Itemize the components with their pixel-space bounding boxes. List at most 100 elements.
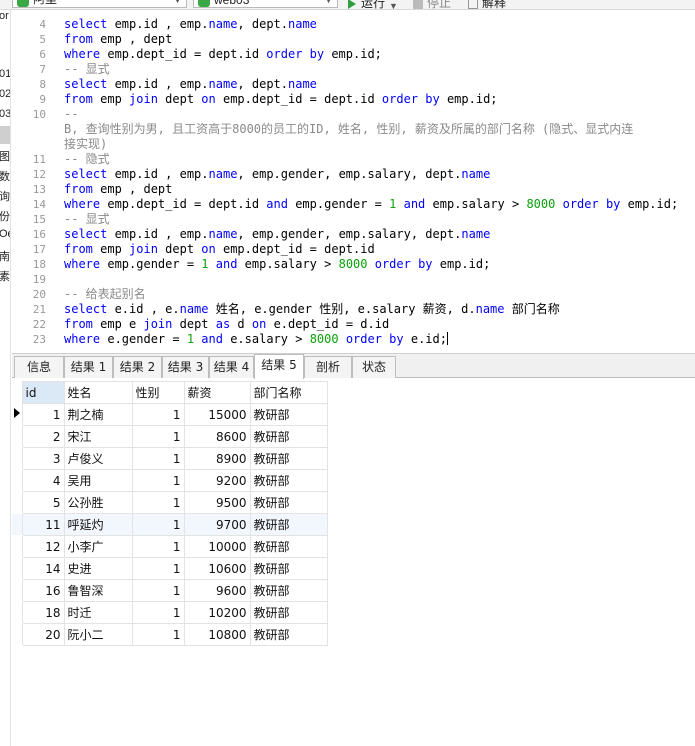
nav-item[interactable]: Oe xyxy=(0,228,10,240)
cell-salary[interactable]: 10200 xyxy=(183,601,251,624)
cell-dept[interactable]: 教研部 xyxy=(249,447,328,470)
code-line[interactable]: 15 -- 显式 xyxy=(12,212,695,227)
table-row[interactable]: 5 公孙胜 1 9500 教研部 xyxy=(12,491,328,514)
code-line[interactable]: 10 -- xyxy=(12,107,695,122)
cell-gender[interactable]: 1 xyxy=(131,601,185,624)
cell-name[interactable]: 公孙胜 xyxy=(63,491,133,514)
column-header-name[interactable]: 姓名 xyxy=(63,381,133,404)
cell-gender[interactable]: 1 xyxy=(131,623,185,646)
tab-result-5[interactable]: 结果 5 xyxy=(254,354,304,379)
code-line[interactable]: 16 select emp.id , emp.name, emp.gender, … xyxy=(12,227,695,242)
tab-info[interactable]: 信息 xyxy=(14,356,64,378)
code-line[interactable]: 18 where emp.gender = 1 and emp.salary > … xyxy=(12,257,695,272)
cell-name[interactable]: 宋江 xyxy=(63,425,133,448)
tab-result-4[interactable]: 结果 4 xyxy=(209,356,254,378)
cell-salary[interactable]: 10600 xyxy=(183,557,251,580)
code-line[interactable]: 14 where emp.dept_id = dept.id and emp.ge… xyxy=(12,197,695,212)
table-row[interactable]: 11 呼延灼 1 9700 教研部 xyxy=(12,513,328,536)
cell-dept[interactable]: 教研部 xyxy=(249,579,328,602)
cell-salary[interactable]: 9500 xyxy=(183,491,251,514)
run-button[interactable]: 运行 ▼ xyxy=(348,0,398,9)
cell-gender[interactable]: 1 xyxy=(131,491,185,514)
table-row[interactable]: 2 宋江 1 8600 教研部 xyxy=(12,425,328,448)
table-row[interactable]: 12 小李广 1 10000 教研部 xyxy=(12,535,328,558)
nav-item[interactable]: 素 xyxy=(0,268,10,284)
cell-gender[interactable]: 1 xyxy=(131,447,185,470)
code-line[interactable]: 11 -- 隐式 xyxy=(12,152,695,167)
cell-gender[interactable]: 1 xyxy=(131,403,185,426)
cell-name[interactable]: 荆之楠 xyxy=(63,403,133,426)
connection-select[interactable]: 阿里 ▼ xyxy=(12,0,187,8)
cell-id[interactable]: 11 xyxy=(21,513,65,536)
cell-id[interactable]: 18 xyxy=(21,601,65,624)
cell-dept[interactable]: 教研部 xyxy=(249,469,328,492)
cell-salary[interactable]: 10800 xyxy=(183,623,251,646)
column-header-gender[interactable]: 性别 xyxy=(131,381,185,404)
code-line[interactable]: 6 where emp.dept_id = dept.id order by em… xyxy=(12,47,695,62)
cell-salary[interactable]: 15000 xyxy=(183,403,251,426)
cell-gender[interactable]: 1 xyxy=(131,535,185,558)
cell-name[interactable]: 鲁智深 xyxy=(63,579,133,602)
column-header-salary[interactable]: 薪资 xyxy=(183,381,251,404)
nav-item[interactable]: 询 xyxy=(0,188,10,204)
code-line[interactable]: 13 from emp , dept xyxy=(12,182,695,197)
tab-profile[interactable]: 剖析 xyxy=(304,356,352,378)
code-line[interactable]: 8 select emp.id , emp.name, dept.name xyxy=(12,77,695,92)
table-row[interactable]: 3 卢俊义 1 8900 教研部 xyxy=(12,447,328,470)
code-line[interactable]: 4 select emp.id , emp.name, dept.name xyxy=(12,17,695,32)
tab-result-2[interactable]: 结果 2 xyxy=(113,356,162,378)
nav-item[interactable]: 份 xyxy=(0,208,10,224)
code-line[interactable]: 19 xyxy=(12,272,695,287)
cell-gender[interactable]: 1 xyxy=(131,579,185,602)
sql-editor[interactable]: 4 select emp.id , emp.name, dept.name 5 fro… xyxy=(12,10,695,352)
tab-status[interactable]: 状态 xyxy=(352,356,396,378)
table-row[interactable]: 14 史进 1 10600 教研部 xyxy=(12,557,328,580)
code-line[interactable]: 7 -- 显式 xyxy=(12,62,695,77)
database-select[interactable]: web03 ▼ xyxy=(193,0,338,8)
nav-item[interactable]: 02 xyxy=(0,88,10,100)
cell-gender[interactable]: 1 xyxy=(131,425,185,448)
cell-id[interactable]: 3 xyxy=(21,447,65,470)
nav-item[interactable]: 数 xyxy=(0,168,10,184)
cell-name[interactable]: 小李广 xyxy=(63,535,133,558)
cell-id[interactable]: 5 xyxy=(21,491,65,514)
cell-id[interactable]: 12 xyxy=(21,535,65,558)
cell-name[interactable]: 阮小二 xyxy=(63,623,133,646)
cell-dept[interactable]: 教研部 xyxy=(249,623,328,646)
cell-dept[interactable]: 教研部 xyxy=(249,535,328,558)
nav-item[interactable]: or xyxy=(0,10,9,22)
stop-button[interactable]: 停止 xyxy=(413,0,451,9)
cell-salary[interactable]: 9700 xyxy=(183,513,251,536)
table-row[interactable]: 4 吴用 1 9200 教研部 xyxy=(12,469,328,492)
cell-dept[interactable]: 教研部 xyxy=(249,491,328,514)
cell-id[interactable]: 2 xyxy=(21,425,65,448)
code-line[interactable]: 23 where e.gender = 1 and e.salary > 8000… xyxy=(12,332,695,347)
cell-id[interactable]: 4 xyxy=(21,469,65,492)
cell-salary[interactable]: 8600 xyxy=(183,425,251,448)
tab-result-3[interactable]: 结果 3 xyxy=(162,356,209,378)
cell-dept[interactable]: 教研部 xyxy=(249,425,328,448)
column-header-id[interactable]: id xyxy=(21,381,65,404)
cell-name[interactable]: 卢俊义 xyxy=(63,447,133,470)
code-line[interactable]: 5 from emp , dept xyxy=(12,32,695,47)
cell-salary[interactable]: 9200 xyxy=(183,469,251,492)
nav-item[interactable]: 图 xyxy=(0,148,10,164)
cell-gender[interactable]: 1 xyxy=(131,469,185,492)
code-line[interactable]: 9 from emp join dept on emp.dept_id = dep… xyxy=(12,92,695,107)
explain-button[interactable]: 解释 xyxy=(468,0,506,9)
cell-dept[interactable]: 教研部 xyxy=(249,403,328,426)
table-row[interactable]: 16 鲁智深 1 9600 教研部 xyxy=(12,579,328,602)
code-line[interactable]: B, 查询性别为男, 且工资高于8000的员工的ID, 姓名, 性别, 薪资及所… xyxy=(12,122,695,137)
cell-id[interactable]: 14 xyxy=(21,557,65,580)
cell-name[interactable]: 史进 xyxy=(63,557,133,580)
cell-name[interactable]: 时迁 xyxy=(63,601,133,624)
code-line[interactable]: 21 select e.id , e.name 姓名, e.gender 性别, … xyxy=(12,302,695,317)
nav-item[interactable]: 01 xyxy=(0,68,10,80)
cell-gender[interactable]: 1 xyxy=(131,513,185,536)
code-line[interactable]: 12 select emp.id , emp.name, emp.gender, … xyxy=(12,167,695,182)
table-row[interactable]: 1 荆之楠 1 15000 教研部 xyxy=(12,403,328,426)
column-header-dept[interactable]: 部门名称 xyxy=(249,381,328,404)
cell-gender[interactable]: 1 xyxy=(131,557,185,580)
nav-item[interactable]: 南 xyxy=(0,248,10,264)
tab-result-1[interactable]: 结果 1 xyxy=(64,356,113,378)
